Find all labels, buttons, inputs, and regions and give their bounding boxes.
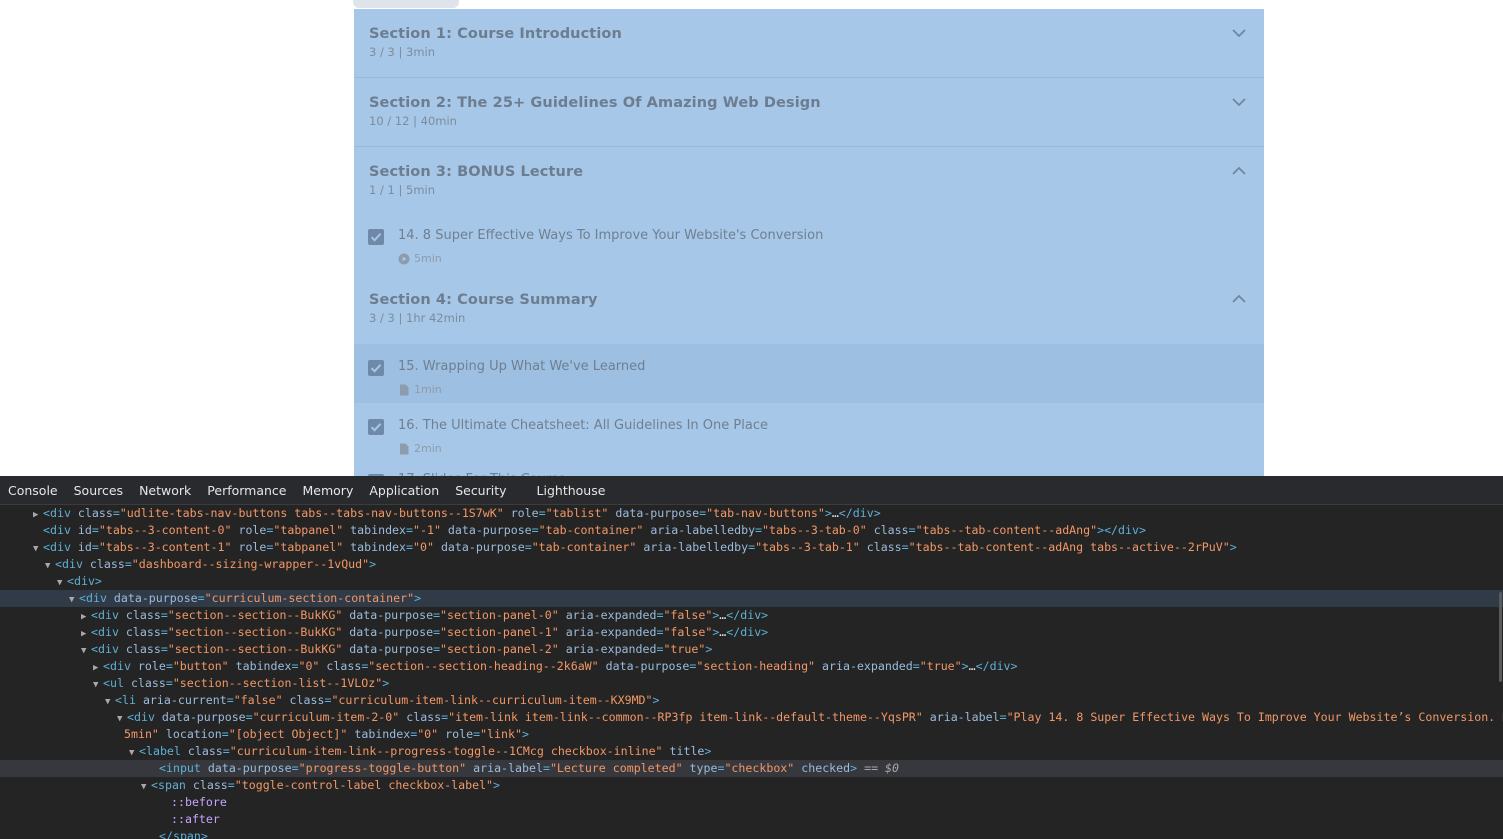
- dom-node-line[interactable]: <input data-purpose="progress-toggle-but…: [0, 760, 1503, 777]
- dom-node-markup: <div class="section--section--BukKG" dat…: [91, 608, 769, 622]
- section-heading-3[interactable]: Section 3: BONUS Lecture 1 / 1 | 5min: [354, 147, 1264, 213]
- chevron-up-icon: [1232, 294, 1246, 304]
- dom-node-markup: <div class="section--section--BukKG" dat…: [91, 625, 769, 639]
- tab-console[interactable]: Console: [0, 476, 66, 505]
- dom-node-line[interactable]: ▼ <div data-purpose="curriculum-item-2-0"…: [0, 709, 1503, 726]
- file-icon: [398, 443, 410, 455]
- item-duration: 2min: [398, 442, 1264, 455]
- dom-node-line[interactable]: ▼ <div data-purpose="curriculum-section-c…: [0, 590, 1503, 607]
- item-title: 15. Wrapping Up What We've Learned: [398, 359, 646, 374]
- play-circle-icon: [398, 253, 410, 265]
- dom-node-line[interactable]: ▼ <div class="dashboard--sizing-wrapper--…: [0, 556, 1503, 573]
- progress-toggle-checkbox[interactable]: [368, 419, 384, 435]
- progress-toggle-checkbox[interactable]: [368, 360, 384, 376]
- tab-network[interactable]: Network: [131, 476, 199, 505]
- tab-security[interactable]: Security: [447, 476, 514, 505]
- curriculum-item-15[interactable]: 15. Wrapping Up What We've Learned 1min: [354, 344, 1264, 403]
- dom-node-markup: 5min" location="[object Object]" tabinde…: [124, 727, 529, 741]
- dom-node-markup: <div id="tabs--3-content-1" role="tabpan…: [43, 540, 1237, 554]
- section-heading-4[interactable]: Section 4: Course Summary 3 / 3 | 1hr 42…: [354, 275, 1264, 344]
- item-duration: 5min: [398, 252, 1264, 265]
- dom-node-markup: <div class="dashboard--sizing-wrapper--1…: [55, 557, 377, 571]
- elements-tree: ▶ <div class="udlite-tabs-nav-buttons tab…: [0, 505, 1503, 839]
- tab-application[interactable]: Application: [361, 476, 447, 505]
- chevron-up-icon: [1232, 166, 1246, 176]
- dom-node-markup: <div class="udlite-tabs-nav-buttons tabs…: [43, 506, 881, 520]
- course-page: Section 1: Course Introduction 3 / 3 | 3…: [0, 0, 1503, 476]
- dom-node-line[interactable]: ▼ <span class="toggle-control-label check…: [0, 777, 1503, 794]
- dom-node-markup: ::after: [171, 812, 220, 826]
- section-meta: 10 / 12 | 40min: [369, 114, 457, 128]
- dom-node-line[interactable]: ::after: [0, 811, 1503, 828]
- dom-node-line[interactable]: ▼ <ul class="section--section-list--1VLOz…: [0, 675, 1503, 692]
- dom-node-line[interactable]: ▶ <div class="udlite-tabs-nav-buttons tab…: [0, 505, 1503, 522]
- dom-node-markup: <span class="toggle-control-label checkb…: [151, 778, 501, 792]
- chevron-down-icon: [1232, 28, 1246, 38]
- dom-node-markup: <ul class="section--section-list--1VLOz"…: [103, 676, 390, 690]
- section-title: Section 2: The 25+ Guidelines Of Amazing…: [369, 95, 821, 111]
- dom-node-line[interactable]: ▶ <div class="section--section--BukKG" da…: [0, 624, 1503, 641]
- devtools-tab-bar: Console Sources Network Performance Memo…: [0, 476, 1503, 505]
- duration-text: 2min: [414, 442, 442, 455]
- section-title: Section 1: Course Introduction: [369, 26, 622, 42]
- elements-scrollbar[interactable]: [1499, 592, 1502, 682]
- item-title: 16. The Ultimate Cheatsheet: All Guideli…: [398, 418, 768, 433]
- tab-performance[interactable]: Performance: [199, 476, 294, 505]
- dom-node-line[interactable]: ▼ <label class="curriculum-item-link--pro…: [0, 743, 1503, 760]
- dom-node-line[interactable]: </span>: [0, 828, 1503, 839]
- progress-toggle-checkbox[interactable]: [368, 229, 384, 245]
- dom-node-line[interactable]: ▶ <div role="button" tabindex="0" class="…: [0, 658, 1503, 675]
- dom-node-markup: <div class="section--section--BukKG" dat…: [91, 642, 713, 656]
- dom-node-line[interactable]: ::before: [0, 794, 1503, 811]
- section-meta: 3 / 3 | 3min: [369, 45, 436, 59]
- curriculum-item-17[interactable]: 17. Slides For This Course: [354, 462, 1264, 476]
- file-icon: [398, 384, 410, 396]
- dom-node-markup: <li aria-current="false" class="curricul…: [115, 693, 660, 707]
- dom-node-markup: <div>: [67, 574, 102, 588]
- duration-text: 5min: [414, 252, 442, 265]
- dom-node-markup: <div role="button" tabindex="0" class="s…: [103, 659, 1018, 673]
- tab-lighthouse[interactable]: Lighthouse: [529, 476, 614, 505]
- section-meta: 1 / 1 | 5min: [369, 183, 436, 197]
- tab-memory[interactable]: Memory: [295, 476, 362, 505]
- dom-node-markup: <div id="tabs--3-content-0" role="tabpan…: [43, 523, 1146, 537]
- dom-node-markup: <label class="curriculum-item-link--prog…: [139, 744, 712, 758]
- dom-node-line[interactable]: ▼ <div id="tabs--3-content-1" role="tabpa…: [0, 539, 1503, 556]
- section-heading-1[interactable]: Section 1: Course Introduction 3 / 3 | 3…: [354, 9, 1264, 78]
- dom-node-line[interactable]: ▼ <li aria-current="false" class="curricu…: [0, 692, 1503, 709]
- curriculum-section-container: Section 1: Course Introduction 3 / 3 | 3…: [354, 9, 1264, 476]
- section-title: Section 3: BONUS Lecture: [369, 164, 584, 180]
- dom-node-markup: ::before: [171, 795, 227, 809]
- item-title: 17. Slides For This Course: [398, 462, 1264, 476]
- curriculum-item-16[interactable]: 16. The Ultimate Cheatsheet: All Guideli…: [354, 403, 1264, 462]
- devtools-panel: Console Sources Network Performance Memo…: [0, 476, 1503, 839]
- tooltip-nub: [353, 0, 459, 8]
- section-title: Section 4: Course Summary: [369, 292, 598, 308]
- section-meta: 3 / 3 | 1hr 42min: [369, 311, 466, 325]
- dom-node-line[interactable]: 5min" location="[object Object]" tabinde…: [0, 726, 1503, 743]
- dom-node-line[interactable]: ▼ <div class="section--section--BukKG" da…: [0, 641, 1503, 658]
- section-heading-2[interactable]: Section 2: The 25+ Guidelines Of Amazing…: [354, 78, 1264, 147]
- dom-node-line[interactable]: ▶ <div class="section--section--BukKG" da…: [0, 607, 1503, 624]
- duration-text: 1min: [414, 383, 442, 396]
- item-duration: 1min: [398, 383, 1264, 396]
- chevron-down-icon: [1232, 97, 1246, 107]
- dom-node-line[interactable]: ▼ <div>: [0, 573, 1503, 590]
- dom-node-markup: <div data-purpose="curriculum-item-2-0" …: [127, 710, 1503, 724]
- dom-node-markup: </span>: [159, 829, 208, 839]
- dom-node-markup: <div data-purpose="curriculum-section-co…: [79, 591, 422, 605]
- tab-sources[interactable]: Sources: [66, 476, 131, 505]
- item-title: 14. 8 Super Effective Ways To Improve Yo…: [398, 228, 824, 243]
- curriculum-item-14[interactable]: 14. 8 Super Effective Ways To Improve Yo…: [354, 213, 1264, 275]
- dom-node-line[interactable]: <div id="tabs--3-content-0" role="tabpan…: [0, 522, 1503, 539]
- dom-node-markup: <input data-purpose="progress-toggle-but…: [159, 761, 899, 775]
